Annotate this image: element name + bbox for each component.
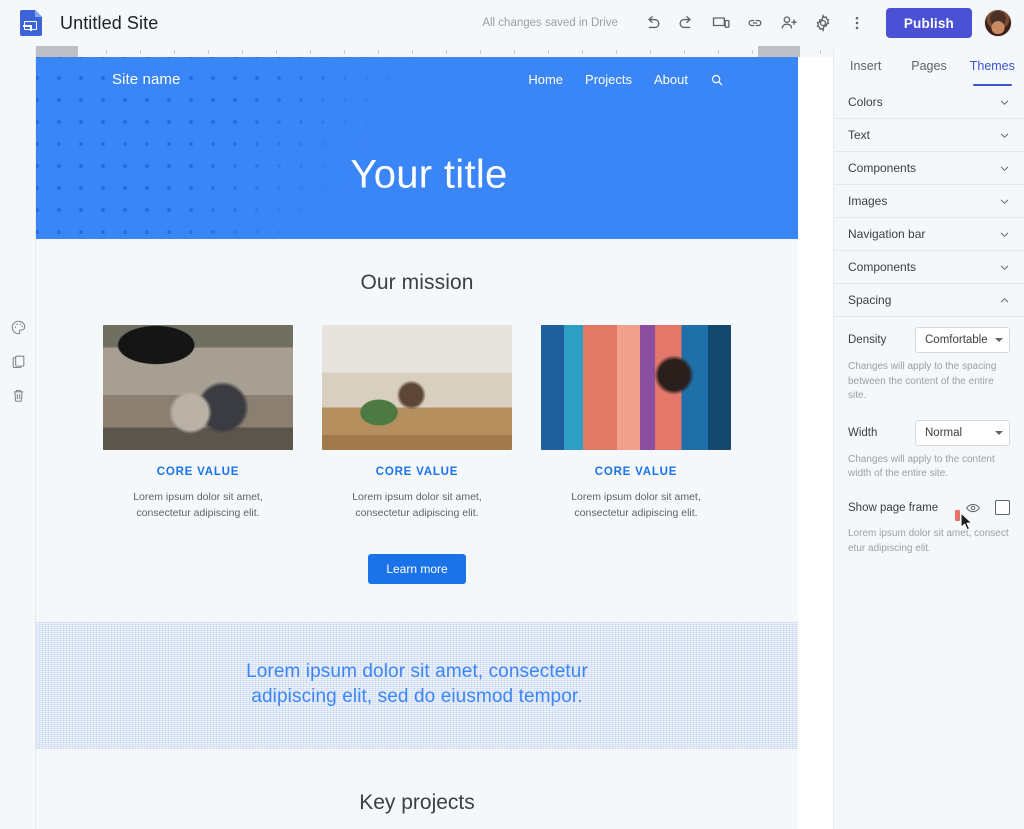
card-label[interactable]: CORE VALUE	[541, 466, 731, 478]
panel-tabs: Insert Pages Themes	[834, 46, 1024, 86]
accordion-navigation-bar[interactable]: Navigation bar	[834, 218, 1024, 251]
duplicate-icon[interactable]	[5, 348, 31, 374]
nav-links: Home Projects About	[528, 72, 778, 87]
accordion-label: Navigation bar	[848, 227, 926, 241]
accordion-label: Components	[848, 260, 917, 274]
avatar[interactable]	[984, 9, 1012, 37]
width-label: Width	[848, 426, 878, 439]
card-image[interactable]	[322, 325, 512, 450]
accordion-text[interactable]: Text	[834, 119, 1024, 152]
chevron-down-icon	[998, 195, 1010, 207]
mission-heading[interactable]: Our mission	[36, 239, 798, 295]
show-page-frame-label: Show page frame	[848, 501, 939, 514]
ruler-handle-right[interactable]	[758, 46, 800, 57]
ruler-ticks	[36, 46, 833, 57]
publish-button[interactable]: Publish	[885, 8, 972, 38]
palette-icon[interactable]	[5, 314, 31, 340]
accordion-label: Colors	[848, 95, 883, 109]
chevron-down-icon	[995, 430, 1003, 435]
more-vert-icon[interactable]	[840, 6, 874, 40]
app-toolbar: Untitled Site All changes saved in Drive	[0, 0, 1024, 46]
density-help-text: Changes will apply to the spacing betwee…	[848, 361, 997, 401]
density-row: Density Comfortable	[848, 327, 1010, 353]
density-value: Comfortable	[925, 334, 988, 346]
link-icon[interactable]	[738, 6, 772, 40]
tab-pages[interactable]: Pages	[897, 46, 960, 86]
quote-section[interactable]: Lorem ipsum dolor sit amet, consectetur …	[36, 621, 798, 749]
key-projects-heading[interactable]: Key projects	[36, 749, 798, 815]
site-canvas: Site name Home Projects About Your title…	[36, 57, 798, 829]
core-value-card[interactable]: CORE VALUE Lorem ipsum dolor sit amet, c…	[322, 325, 512, 522]
preview-icon[interactable]	[704, 6, 738, 40]
mission-section: Our mission CORE VALUE Lorem ipsum dolor…	[36, 239, 798, 622]
quote-text[interactable]: Lorem ipsum dolor sit amet, consectetur …	[207, 660, 627, 709]
width-dropdown[interactable]: Normal	[915, 419, 1010, 446]
banner-title[interactable]: Your title	[36, 153, 798, 198]
card-label[interactable]: CORE VALUE	[103, 466, 293, 478]
width-value: Normal	[925, 426, 963, 439]
accordion-label: Components	[848, 161, 917, 175]
key-projects-section: Key projects	[36, 748, 798, 829]
section-tools	[0, 314, 36, 408]
nav-link-about[interactable]: About	[654, 72, 688, 87]
chevron-up-icon	[998, 294, 1010, 306]
canvas-ruler	[36, 46, 833, 57]
site-title-field[interactable]: Untitled Site	[60, 13, 158, 34]
undo-icon[interactable]	[636, 6, 670, 40]
google-sites-logo-icon[interactable]	[20, 10, 42, 36]
ruler-handle-left[interactable]	[36, 46, 78, 57]
gear-icon[interactable]	[806, 6, 840, 40]
chevron-down-icon	[998, 129, 1010, 141]
save-status: All changes saved in Drive	[482, 17, 618, 29]
card-image[interactable]	[103, 325, 293, 450]
card-body[interactable]: Lorem ipsum dolor sit amet, consectetur …	[322, 489, 512, 522]
learn-more-button[interactable]: Learn more	[368, 553, 466, 584]
accordion-components-1[interactable]: Components	[834, 152, 1024, 185]
redo-icon[interactable]	[670, 6, 704, 40]
search-icon[interactable]	[710, 73, 724, 87]
site-banner[interactable]: Site name Home Projects About Your title	[36, 57, 798, 239]
chevron-down-icon	[998, 96, 1010, 108]
chevron-down-icon	[998, 261, 1010, 273]
themes-panel: Insert Pages Themes Colors Text Componen…	[833, 46, 1024, 829]
accordion-colors[interactable]: Colors	[834, 86, 1024, 119]
accordion-label: Text	[848, 128, 871, 142]
density-label: Density	[848, 334, 887, 346]
tab-themes[interactable]: Themes	[961, 46, 1024, 86]
card-image[interactable]	[541, 325, 731, 450]
accordion-components-2[interactable]: Components	[834, 251, 1024, 284]
show-page-frame-checkbox[interactable]	[995, 500, 1010, 515]
left-rail	[0, 46, 36, 829]
core-value-card[interactable]: CORE VALUE Lorem ipsum dolor sit amet, c…	[103, 325, 293, 522]
accordion-label: Images	[848, 194, 888, 208]
nav-link-projects[interactable]: Projects	[585, 72, 632, 87]
eye-icon[interactable]	[963, 498, 983, 518]
learn-more-wrap: Learn more	[36, 522, 798, 622]
accordion-images[interactable]: Images	[834, 185, 1024, 218]
card-label[interactable]: CORE VALUE	[322, 466, 512, 478]
show-page-frame-row: Show page frame	[848, 498, 1010, 518]
width-row: Width Normal	[848, 419, 1010, 446]
show-page-frame-help-text: Lorem ipsum dolor sit amet, consect etur…	[848, 527, 1009, 554]
site-navigation-bar: Site name Home Projects About	[36, 71, 798, 88]
card-body[interactable]: Lorem ipsum dolor sit amet, consectetur …	[103, 489, 293, 522]
chevron-down-icon	[998, 162, 1010, 174]
chevron-down-icon	[998, 228, 1010, 240]
nav-link-home[interactable]: Home	[528, 72, 563, 87]
width-help-text: Changes will apply to the content width …	[848, 453, 995, 480]
canvas-gutter-right	[798, 46, 833, 829]
card-body[interactable]: Lorem ipsum dolor sit amet, consectetur …	[541, 489, 731, 522]
density-dropdown[interactable]: Comfortable	[915, 327, 1010, 353]
core-value-cards: CORE VALUE Lorem ipsum dolor sit amet, c…	[36, 295, 798, 522]
accordion-label: Spacing	[848, 293, 892, 307]
trash-icon[interactable]	[5, 382, 31, 408]
add-person-icon[interactable]	[772, 6, 806, 40]
chevron-down-icon	[995, 338, 1003, 342]
core-value-card[interactable]: CORE VALUE Lorem ipsum dolor sit amet, c…	[541, 325, 731, 522]
tab-insert[interactable]: Insert	[834, 46, 897, 86]
site-name[interactable]: Site name	[112, 71, 180, 88]
spacing-settings: Density Comfortable Changes will apply t…	[834, 317, 1024, 556]
toolbar-actions: All changes saved in Drive Publish	[482, 6, 1024, 40]
accordion-spacing[interactable]: Spacing	[834, 284, 1024, 317]
